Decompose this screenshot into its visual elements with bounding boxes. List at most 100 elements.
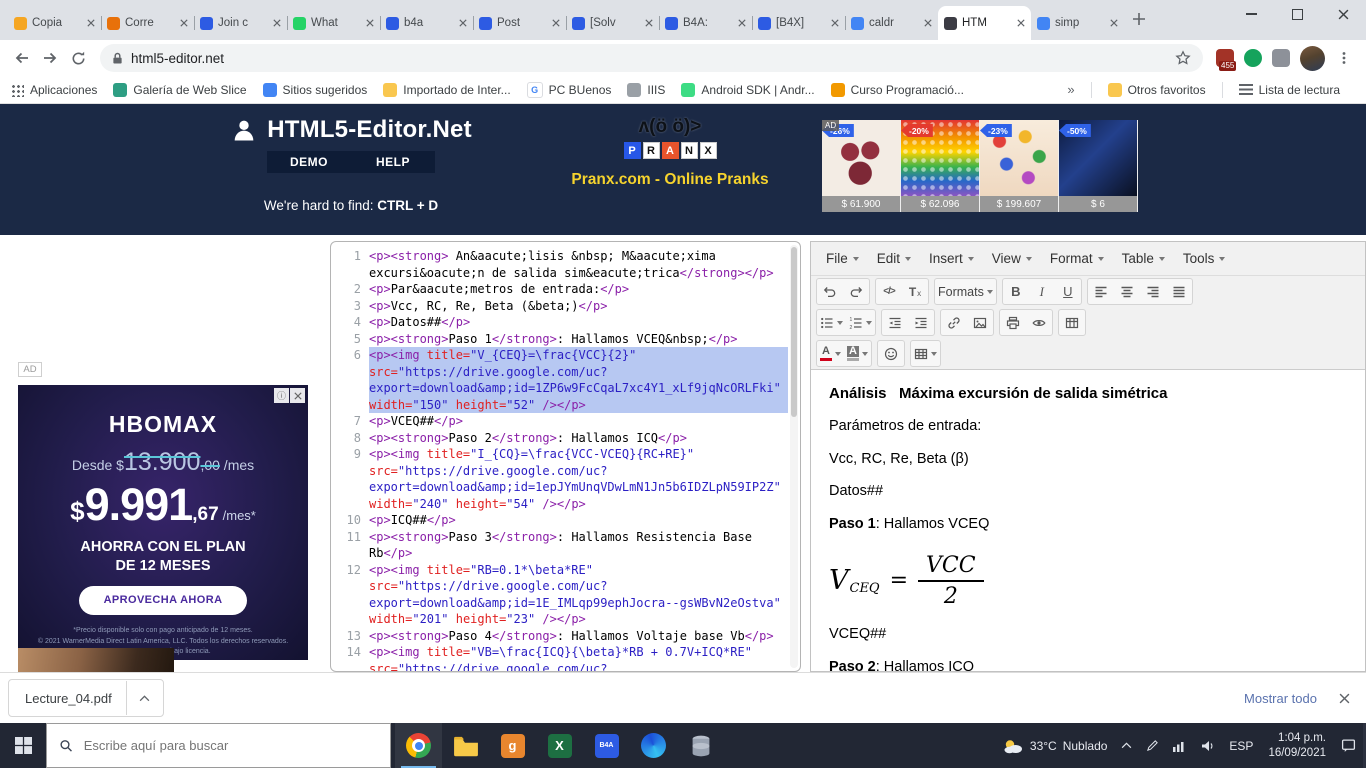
align-justify-button[interactable]	[1166, 279, 1192, 304]
window-close-button[interactable]	[1320, 0, 1366, 28]
bookmark-item[interactable]: Android SDK | Andr...	[681, 82, 815, 97]
taskbar-search[interactable]	[46, 723, 391, 768]
tray-expand-button[interactable]	[1114, 723, 1139, 768]
reload-button[interactable]	[64, 44, 92, 72]
editor-menu-tools[interactable]: Tools	[1174, 247, 1235, 270]
bookmark-item[interactable]: Lista de lectura	[1238, 83, 1340, 97]
weather-widget[interactable]: 33°C Nublado	[995, 723, 1115, 768]
tab-close-button[interactable]	[459, 19, 467, 27]
window-maximize-button[interactable]	[1274, 0, 1320, 28]
extension-grammarly-icon[interactable]	[1244, 49, 1262, 67]
tab-close-button[interactable]	[87, 19, 95, 27]
download-item-menu-button[interactable]	[127, 680, 163, 716]
editor-menu-insert[interactable]: Insert	[920, 247, 983, 270]
hbo-cta-button[interactable]: APROVECHA AHORA	[79, 585, 247, 615]
product-ad-card[interactable]: -26% $ 61.900 AD	[822, 120, 901, 212]
code-line[interactable]: 10 <p>ICQ##</p>	[335, 512, 788, 529]
browser-tab[interactable]: HTM	[938, 6, 1031, 40]
clear-formatting-button[interactable]: Tx	[902, 279, 928, 304]
browser-tab[interactable]: B4A:	[659, 6, 752, 40]
bold-button[interactable]: B	[1003, 279, 1029, 304]
code-line[interactable]: 2 <p>Par&aacute;metros de entrada:</p>	[335, 281, 788, 298]
bookmark-item[interactable]: Curso Programació...	[830, 82, 964, 97]
bookmark-item[interactable]: Galería de Web Slice	[113, 82, 247, 97]
browser-tab[interactable]: simp	[1031, 6, 1124, 40]
download-bar-close-button[interactable]	[1339, 693, 1350, 704]
ad-close-icon[interactable]	[290, 388, 305, 403]
align-right-button[interactable]	[1140, 279, 1166, 304]
tab-close-button[interactable]	[738, 19, 746, 27]
background-color-button[interactable]: A	[844, 341, 871, 366]
bookmark-item[interactable]: Aplicaciones	[10, 82, 97, 97]
new-tab-button[interactable]	[1132, 12, 1146, 26]
taskbar-app-b4a[interactable]: B4A	[583, 723, 630, 768]
numbered-list-button[interactable]: 12	[846, 310, 875, 335]
editor-content-area[interactable]: Análisis Máxima excursión de salida simé…	[811, 369, 1365, 671]
action-center-button[interactable]	[1334, 723, 1363, 768]
editor-menu-format[interactable]: Format	[1041, 247, 1113, 270]
tab-close-button[interactable]	[645, 19, 653, 27]
underline-button[interactable]: U	[1055, 279, 1081, 304]
browser-tab[interactable]: b4a	[380, 6, 473, 40]
code-line[interactable]: 12 <p><img title="RB=0.1*\beta*RE" src="h…	[335, 562, 788, 628]
browser-tab[interactable]: [Solv	[566, 6, 659, 40]
source-code-button[interactable]: </>	[876, 279, 902, 304]
code-line[interactable]: 8 <p><strong>Paso 2</strong>: Hallamos IC…	[335, 430, 788, 447]
tab-close-button[interactable]	[273, 19, 281, 27]
network-tray-icon[interactable]	[1166, 723, 1194, 768]
language-indicator[interactable]: ESP	[1222, 723, 1260, 768]
editor-menu-edit[interactable]: Edit	[868, 247, 920, 270]
pranx-ad[interactable]: ʌ(ö ö)> PRANX Pranx.com - Online Pranks	[548, 116, 792, 189]
product-ad-card[interactable]: -50% $ 6	[1059, 120, 1138, 212]
download-item[interactable]: Lecture_04.pdf	[8, 679, 164, 717]
undo-button[interactable]	[817, 279, 843, 304]
browser-tab[interactable]: [B4X]	[752, 6, 845, 40]
bookmark-item[interactable]: G PC BUenos	[526, 81, 611, 98]
tab-close-button[interactable]	[366, 19, 374, 27]
product-ad-card[interactable]: -20% $ 62.096	[901, 120, 980, 212]
outdent-button[interactable]	[882, 310, 908, 335]
editor-menu-file[interactable]: File	[817, 247, 868, 270]
bookmark-item[interactable]: Otros favoritos	[1107, 82, 1206, 97]
print-button[interactable]	[1000, 310, 1026, 335]
taskbar-app-chrome[interactable]	[395, 723, 442, 768]
back-button[interactable]	[8, 44, 36, 72]
insert-image-button[interactable]	[967, 310, 993, 335]
code-line[interactable]: 4 <p>Datos##</p>	[335, 314, 788, 331]
taskbar-app-edge[interactable]	[630, 723, 677, 768]
code-line[interactable]: 6 <p><img title="V_{CEQ}=\frac{VCC}{2}" s…	[335, 347, 788, 413]
extension-generic-icon[interactable]	[1272, 49, 1290, 67]
pen-tray-icon[interactable]	[1139, 723, 1166, 768]
code-scrollbar[interactable]	[790, 245, 798, 668]
tab-close-button[interactable]	[831, 19, 839, 27]
editor-menu-table[interactable]: Table	[1113, 247, 1174, 270]
start-button[interactable]	[0, 723, 46, 768]
taskbar-app-orange-app[interactable]: g	[489, 723, 536, 768]
browser-tab[interactable]: What	[287, 6, 380, 40]
taskbar-search-input[interactable]	[81, 737, 378, 754]
ad-info-icon[interactable]: ⓘ	[274, 388, 289, 403]
taskbar-app-explorer[interactable]	[442, 723, 489, 768]
taskbar-app-excel[interactable]: X	[536, 723, 583, 768]
tab-close-button[interactable]	[1110, 19, 1118, 27]
profile-avatar[interactable]	[1300, 45, 1325, 71]
italic-button[interactable]: I	[1029, 279, 1055, 304]
align-left-button[interactable]	[1088, 279, 1114, 304]
browser-tab[interactable]: Post	[473, 6, 566, 40]
demo-button[interactable]: DEMO	[267, 151, 351, 173]
tab-close-button[interactable]	[180, 19, 188, 27]
browser-tab[interactable]: Copia	[8, 6, 101, 40]
insert-link-button[interactable]	[941, 310, 967, 335]
code-line[interactable]: 5 <p><strong>Paso 1</strong>: Hallamos VC…	[335, 331, 788, 348]
preview-button[interactable]	[1026, 310, 1052, 335]
indent-button[interactable]	[908, 310, 934, 335]
bookmark-item[interactable]: IIIS	[627, 82, 665, 97]
tab-close-button[interactable]	[924, 19, 932, 27]
code-line[interactable]: 9 <p><img title="I_{CQ}=\frac{VCC-VCEQ}{R…	[335, 446, 788, 512]
browser-tab[interactable]: caldr	[845, 6, 938, 40]
volume-tray-icon[interactable]	[1194, 723, 1222, 768]
help-button[interactable]: HELP	[351, 151, 435, 173]
scrollbar-thumb[interactable]	[791, 247, 797, 417]
latex-formula-image[interactable]: V CEQ = VCC 2	[829, 551, 1347, 612]
code-line[interactable]: 7 <p>VCEQ##</p>	[335, 413, 788, 430]
